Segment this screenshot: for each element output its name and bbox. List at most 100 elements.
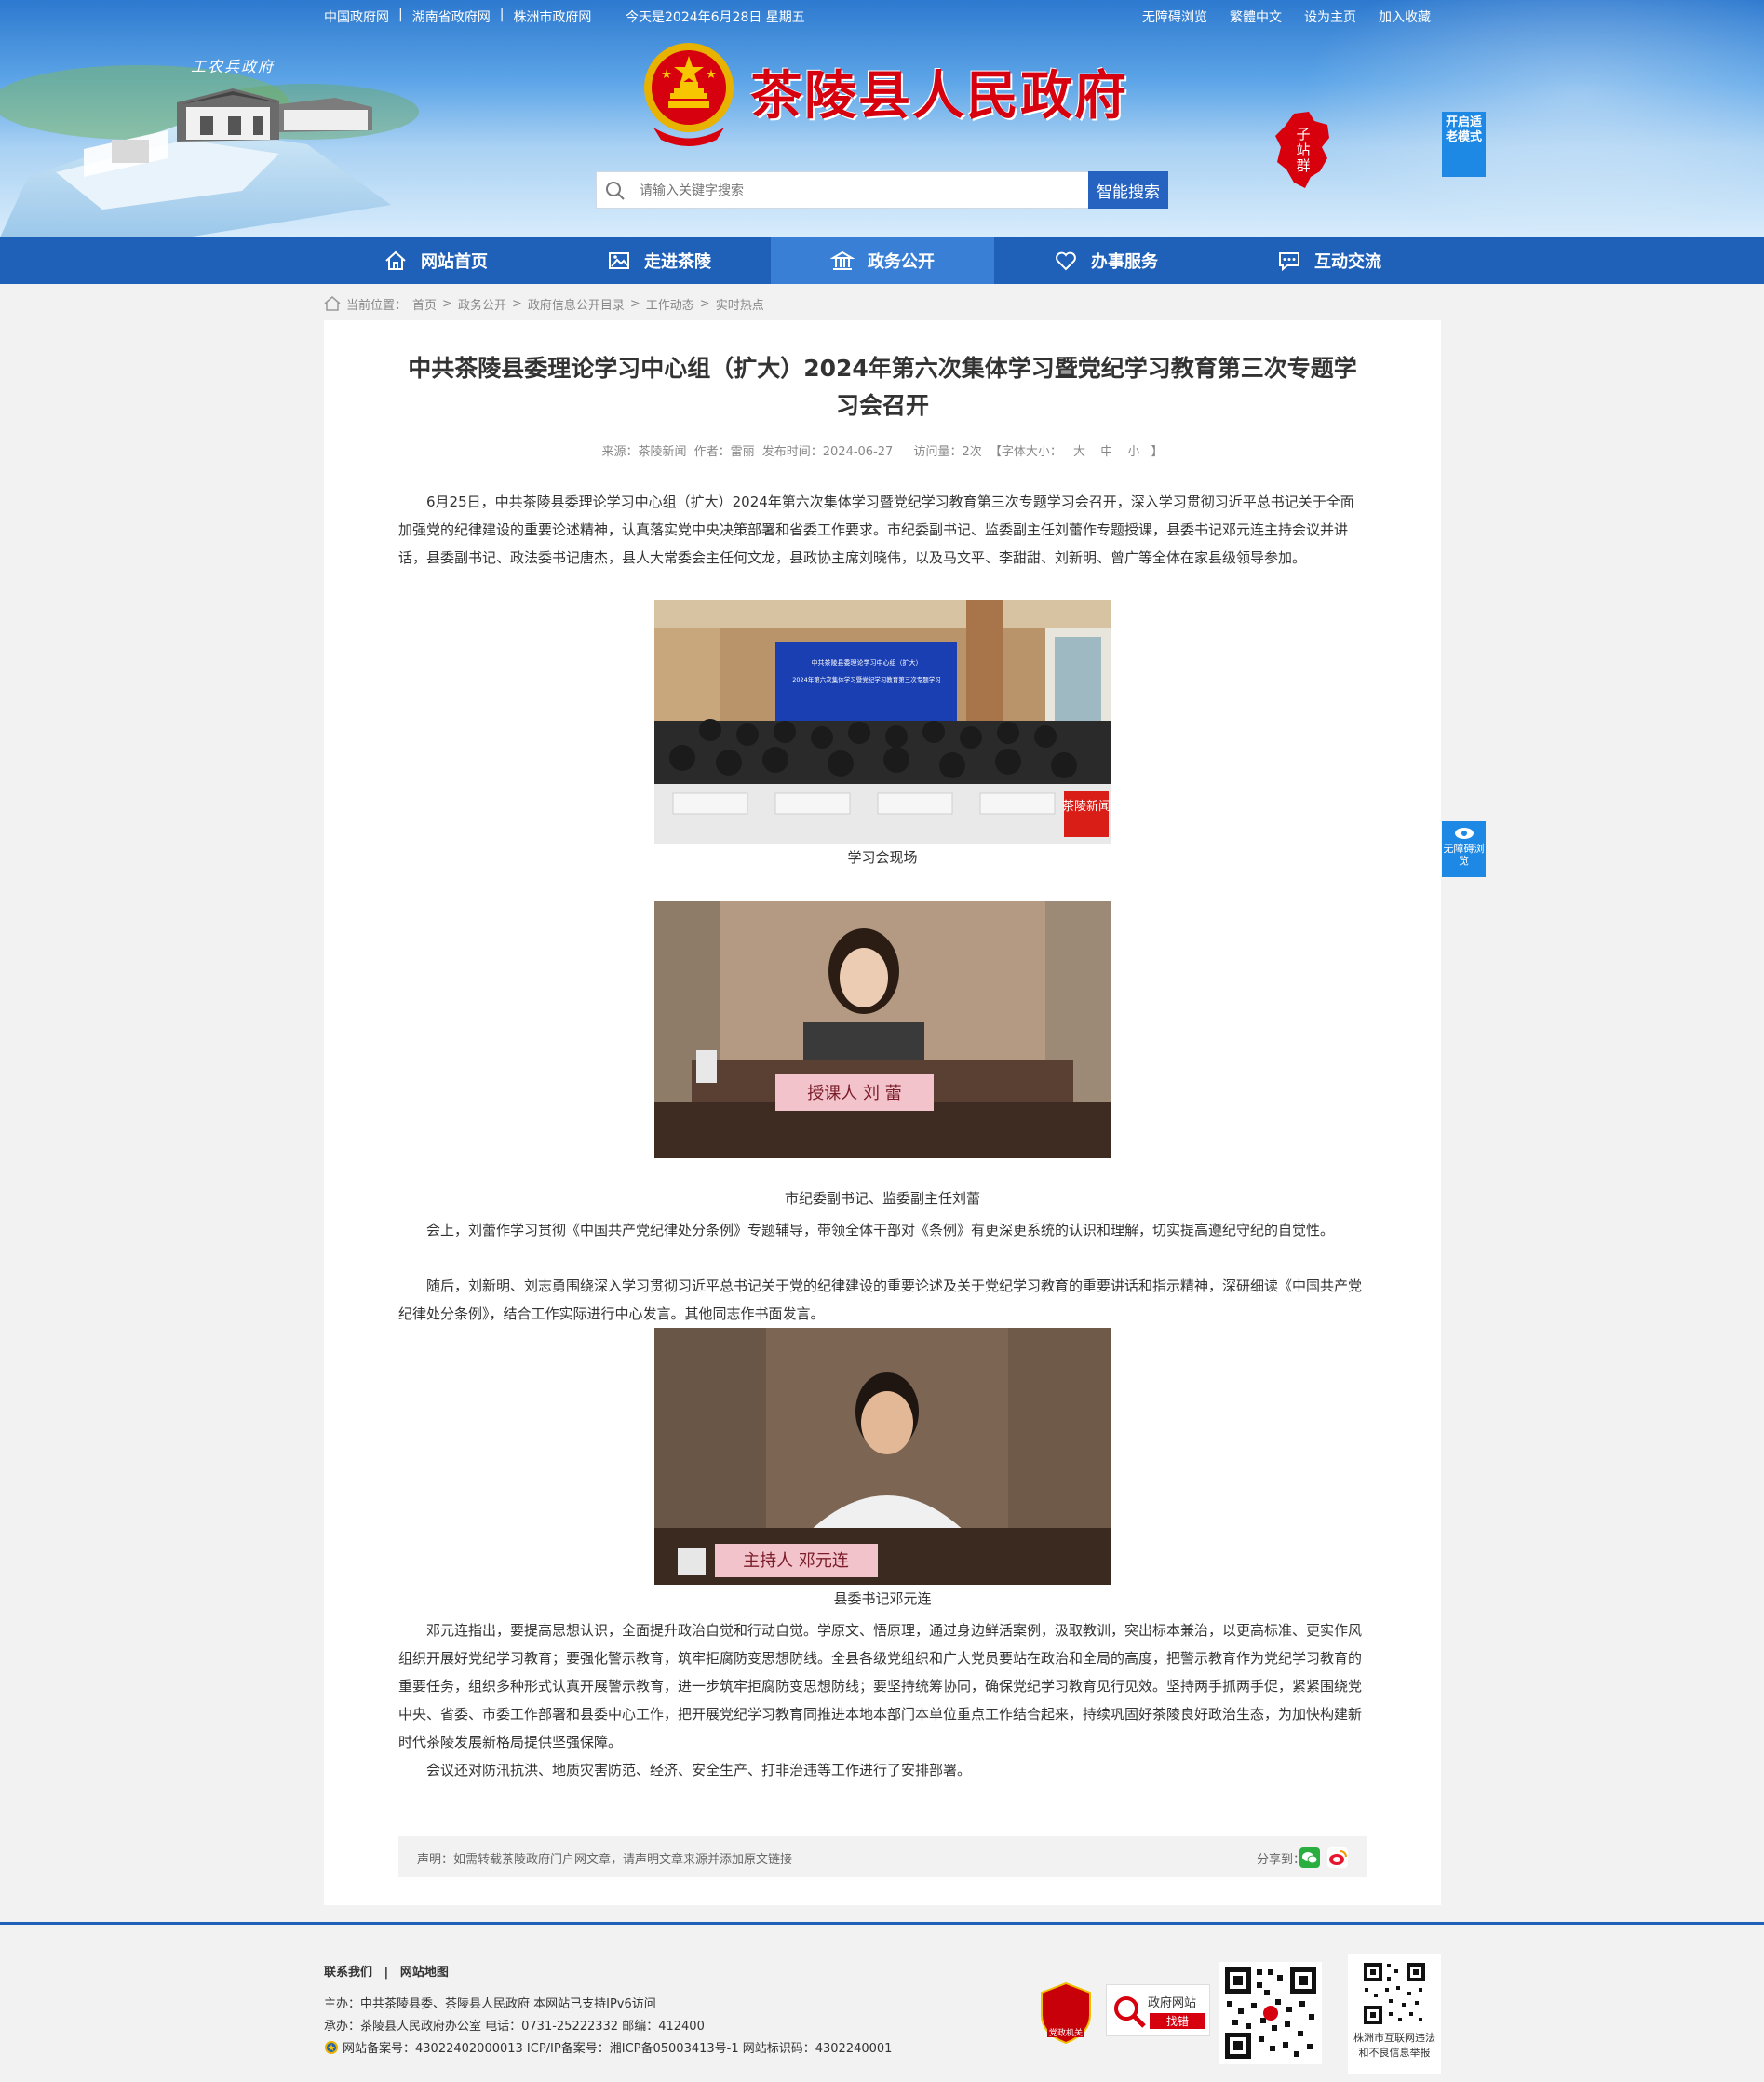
- banner-line1: 中共茶陵县委理论学习中心组（扩大）: [812, 658, 922, 667]
- elder-mode-button[interactable]: 开启适老模式: [1442, 112, 1486, 177]
- font-size-close: 】: [1151, 445, 1164, 459]
- article-paragraph-2: 会上，刘蕾作学习贯彻《中国共产党纪律处分条例》专题辅导，带领全体干部对《条例》有…: [426, 1222, 1335, 1238]
- error-report-line1: 政府网站: [1148, 1996, 1197, 2010]
- repost-notice: 声明：如需转载茶陵政府门户网文章，请声明文章来源并添加原文链接 分享到：: [398, 1836, 1367, 1877]
- link-hunan-gov[interactable]: 湖南省政府网: [412, 7, 491, 26]
- scene-caption: 工农兵政府: [191, 58, 276, 75]
- eye-icon: [1454, 828, 1474, 839]
- qr-code-report: [1361, 1960, 1428, 2027]
- banner-line2: 2024年第六次集体学习暨党纪学习教育第三次专题学习: [792, 675, 941, 683]
- article-meta: 来源：茶陵新闻 作者：雷丽 发布时间：2024-06-27 访问量：2次 【字体…: [324, 441, 1441, 459]
- breadcrumb-separator: >: [629, 296, 640, 311]
- link-zhuzhou-gov[interactable]: 株洲市政府网: [513, 7, 591, 26]
- photo-caption-2: 市纪委副书记、监委副主任刘蕾: [784, 1190, 980, 1207]
- wechat-share-icon[interactable]: [1299, 1847, 1320, 1868]
- meta-views: 访问量：2次: [913, 445, 982, 459]
- meta-date: 发布时间：2024-06-27: [761, 445, 894, 459]
- nav-item-services[interactable]: 办事服务: [994, 237, 1218, 284]
- chat-icon: [1279, 252, 1299, 272]
- breadcrumb-prefix: 当前位置：: [346, 298, 408, 313]
- add-favorite-link[interactable]: 加入收藏: [1379, 7, 1431, 26]
- breadcrumb-separator: >: [511, 296, 522, 311]
- current-date: 今天是2024年6月28日 星期五: [626, 10, 805, 25]
- article-paragraph-3: 随后，刘新明、刘志勇围绕深入学习贯彻习近平总书记关于党的纪律建设的重要论述及关于…: [398, 1278, 1363, 1322]
- font-size-medium-button[interactable]: 中: [1100, 445, 1112, 459]
- heart-icon: [1056, 251, 1076, 271]
- nav-label: 网站首页: [421, 252, 488, 272]
- article-container: 中共茶陵县委理论学习中心组（扩大） 2024年第六次集体学习暨党纪学习教育第三次专…: [324, 320, 1441, 1905]
- site-header: 工农兵政府 中国政府网 | 湖南省政府网 | 株洲市政府网 今天是2024年6月…: [0, 0, 1764, 237]
- separator: |: [499, 7, 505, 22]
- footer-host: 主办：中共茶陵县委、茶陵县人民政府 本网站已支持IPv6访问: [324, 1997, 656, 2011]
- photo-caption-1: 学习会现场: [847, 849, 918, 866]
- header-sky: [1299, 0, 1764, 237]
- nameplate-speaker: 授课人 刘 蕾: [807, 1084, 901, 1103]
- search-bar: 智能搜索: [596, 171, 1168, 209]
- footer-record: 网站备案号：43022402000013 ICP/IP备案号：湘ICP备0500…: [324, 2038, 892, 2056]
- side-accessible-label: 无障碍浏览: [1443, 843, 1485, 867]
- weibo-share-icon[interactable]: [1327, 1847, 1348, 1868]
- party-gov-badge[interactable]: 党政机关: [1038, 1981, 1094, 2045]
- nav-item-about[interactable]: 走进茶陵: [547, 237, 771, 284]
- gov-site-error-report[interactable]: 政府网站 找错: [1106, 1984, 1210, 2036]
- footer-organizer: 承办：茶陵县人民政府办公室 电话：0731-25222332 邮编：412400: [324, 2020, 705, 2034]
- font-size-large-button[interactable]: 大: [1073, 445, 1085, 459]
- font-size-label: 【字体大小：: [989, 445, 1062, 459]
- share-label: 分享到：: [1256, 1853, 1305, 1867]
- search-input[interactable]: [638, 178, 1075, 204]
- breadcrumb-catalog[interactable]: 政府信息公开目录: [528, 295, 625, 313]
- article-paragraph-4: 邓元连指出，要提高思想认识，全面提升政治自觉和行动自觉。学原文、悟原理，通过身边…: [398, 1622, 1363, 1751]
- photo-caption-3: 县委书记邓元连: [833, 1590, 932, 1607]
- side-accessible-button[interactable]: 无障碍浏览: [1442, 821, 1486, 877]
- main-nav: 网站首页 走进茶陵 政务公开 办事服务 互动交流: [0, 237, 1764, 284]
- nav-item-interaction[interactable]: 互动交流: [1218, 237, 1441, 284]
- photo-speaker: 授课人 刘 蕾: [654, 901, 1111, 1158]
- breadcrumb-home[interactable]: 首页: [412, 295, 437, 313]
- police-badge-icon: [325, 2040, 338, 2054]
- nameplate-host: 主持人 邓元连: [743, 1551, 849, 1571]
- set-homepage-link[interactable]: 设为主页: [1304, 7, 1356, 26]
- breadcrumb-separator: >: [699, 296, 710, 311]
- nav-item-home[interactable]: 网站首页: [324, 237, 547, 284]
- site-map-link[interactable]: 网站地图: [400, 1966, 449, 1980]
- government-icon: [830, 250, 855, 270]
- separator: |: [384, 1966, 389, 1980]
- qr-label-line2: 和不良信息举报: [1358, 2047, 1431, 2059]
- breadcrumb: 当前位置： 首页 > 政务公开 > 政府信息公开目录 > 工作动态 > 实时热点: [324, 294, 764, 313]
- breadcrumb-work-news[interactable]: 工作动态: [646, 295, 694, 313]
- breadcrumb-gov-affairs[interactable]: 政务公开: [458, 295, 506, 313]
- substation-map-button[interactable]: 子站群: [1273, 110, 1335, 190]
- nav-label: 办事服务: [1091, 252, 1158, 272]
- nav-label: 走进茶陵: [644, 252, 711, 272]
- breadcrumb-hot-topics[interactable]: 实时热点: [716, 295, 764, 313]
- link-gov-cn[interactable]: 中国政府网: [324, 7, 389, 26]
- site-title: 茶陵县人民政府: [750, 65, 1128, 127]
- photo-meeting-hall: 中共茶陵县委理论学习中心组（扩大） 2024年第六次集体学习暨党纪学习教育第三次…: [654, 600, 1111, 844]
- nav-label: 政务公开: [868, 252, 935, 272]
- meta-source: 来源：茶陵新闻: [601, 445, 687, 459]
- meta-author: 作者：雷丽: [693, 445, 755, 459]
- font-size-small-button[interactable]: 小: [1127, 445, 1139, 459]
- accessible-browse-link[interactable]: 无障碍浏览: [1142, 7, 1207, 26]
- home-icon: [385, 250, 406, 270]
- article-paragraph-5: 会议还对防汛抗洪、地质灾害防范、经济、安全生产、打非治违等工作进行了安排部署。: [426, 1762, 972, 1778]
- footer-record-text: 网站备案号：43022402000013 ICP/IP备案号：湘ICP备0500…: [343, 2042, 893, 2056]
- article-paragraph-1: 6月25日，中共茶陵县委理论学习中心组（扩大）2024年第六次集体学习暨党纪学习…: [398, 493, 1354, 566]
- nav-label: 互动交流: [1314, 252, 1381, 272]
- photo-host: 主持人 邓元连: [654, 1328, 1111, 1585]
- qr-label-line1: 株洲市互联网违法: [1353, 2032, 1435, 2044]
- footer-links: 联系我们 | 网站地图: [324, 1962, 449, 1980]
- traditional-chinese-link[interactable]: 繁體中文: [1230, 7, 1282, 26]
- article-title: 中共茶陵县委理论学习中心组（扩大）2024年第六次集体学习暨党纪学习教育第三次专…: [408, 355, 1357, 419]
- party-gov-label: 党政机关: [1048, 2029, 1083, 2038]
- contact-us-link[interactable]: 联系我们: [324, 1966, 372, 1980]
- zhuzhou-report-qr[interactable]: 株洲市互联网违法 和不良信息举报: [1348, 1954, 1441, 2074]
- magnifier-icon: [1114, 1996, 1146, 2028]
- top-links-bar: 中国政府网 | 湖南省政府网 | 株洲市政府网 今天是2024年6月28日 星期…: [0, 0, 1764, 30]
- breadcrumb-separator: >: [442, 296, 452, 311]
- separator: |: [398, 7, 403, 22]
- error-report-line2: 找错: [1150, 2013, 1205, 2029]
- nav-item-gov-affairs[interactable]: 政务公开: [771, 237, 994, 284]
- smart-search-button[interactable]: 智能搜索: [1088, 171, 1168, 209]
- picture-icon: [609, 252, 629, 269]
